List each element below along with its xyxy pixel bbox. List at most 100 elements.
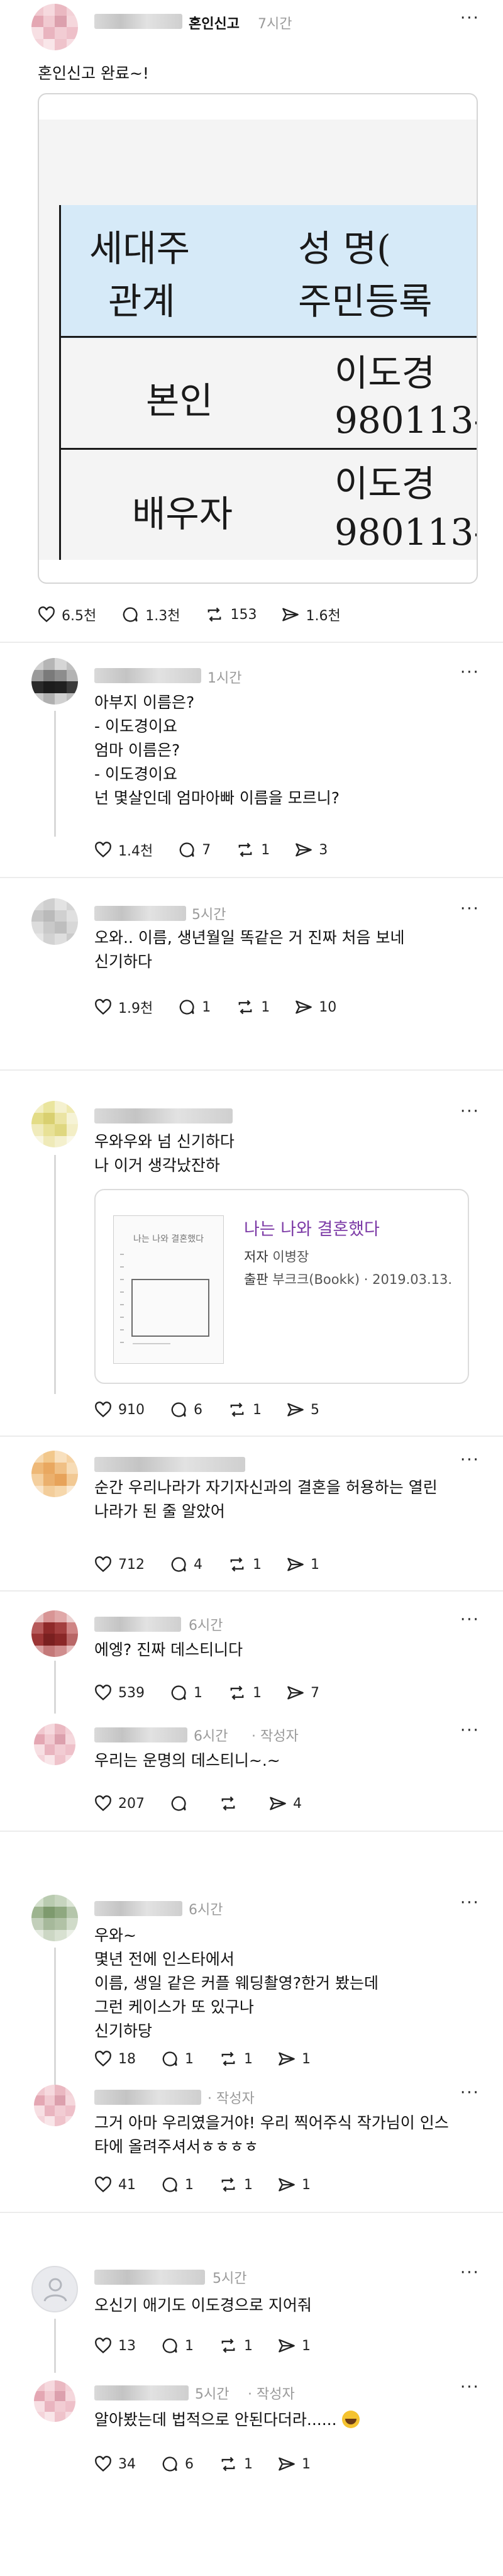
like-button[interactable]: 207 [94,1795,145,1812]
comment-actions: 34 6 1 1 [94,2455,336,2473]
share-button[interactable]: 1.6천 [282,605,341,625]
like-button[interactable]: 34 [94,2456,136,2472]
comment-avatar[interactable] [31,658,78,705]
share-button[interactable]: 3 [295,842,328,858]
comment-more-icon[interactable]: ··· [460,1102,480,1121]
divider [0,1436,503,1437]
comment-icon [171,1402,186,1417]
cert-row1-id: 980113- [334,399,478,442]
reply-button[interactable]: 6 [170,1401,202,1419]
comment-more-icon[interactable]: ··· [460,900,480,918]
comment-actions: 13 1 1 1 [94,2336,336,2355]
comment-more-icon[interactable]: ··· [460,2263,480,2282]
cert-row1-relation: 본인 [146,379,213,422]
post-avatar[interactable] [31,4,78,50]
comment-more-icon[interactable]: ··· [460,2378,480,2397]
share-count: 1 [302,2456,311,2472]
like-button[interactable]: 6.5천 [38,605,96,625]
repost-button[interactable]: 1 [228,1684,262,1702]
comment-author-name[interactable] [94,1901,182,1916]
repost-icon [221,2177,235,2192]
repost-button[interactable]: 1 [236,998,270,1016]
book-link-card[interactable]: 나는 나와 결혼했다 나는 나와 결혼했다 저자 이병장 출판 부크크(Book… [94,1189,469,1384]
heart-icon [95,2338,111,2354]
like-count: 207 [118,1795,145,1812]
like-button[interactable]: 539 [94,1685,145,1701]
book-title[interactable]: 나는 나와 결혼했다 [244,1215,380,1240]
share-button[interactable]: 1 [278,2456,311,2472]
share-button[interactable]: 7 [287,1685,319,1701]
comment-avatar[interactable] [31,898,78,945]
repost-button[interactable]: 1 [219,2176,253,2194]
repost-icon [221,1796,235,1811]
reply-button[interactable] [170,1795,194,1812]
comment-author-name[interactable] [94,2090,201,2105]
send-icon [296,843,312,857]
repost-icon [238,842,252,857]
like-button[interactable]: 910 [94,1402,145,1418]
like-button[interactable]: 712 [94,1556,145,1573]
repost-button[interactable]: 153 [205,606,257,623]
repost-button[interactable]: 1 [228,1556,262,1573]
comment-more-icon[interactable]: ··· [460,663,480,682]
comment-author-name[interactable] [94,1727,187,1742]
share-button[interactable]: 4 [269,1795,302,1812]
repost-button[interactable]: 1 [228,1401,262,1419]
share-button[interactable]: 10 [295,999,336,1015]
reply-button[interactable]: 1 [161,2337,194,2355]
comment-avatar[interactable] [31,2266,78,2312]
like-button[interactable]: 1.9천 [94,997,153,1017]
comment-author-name[interactable] [94,1617,181,1632]
reply-button[interactable]: 4 [170,1556,202,1573]
author-tag: · 작성자 [252,1729,299,1744]
share-count: 3 [319,842,328,858]
repost-button[interactable]: 1 [219,2050,253,2068]
repost-button[interactable]: 1 [219,2455,253,2473]
like-button[interactable]: 18 [94,2051,136,2067]
author-avatar[interactable] [34,1724,75,1765]
comment-author-name[interactable] [94,2385,189,2400]
reply-count: 1 [185,2177,194,2193]
reply-button[interactable]: 1 [170,1684,202,1702]
reply-button[interactable]: 1 [178,998,211,1016]
share-button[interactable]: 1 [278,2338,311,2354]
marriage-certificate-image[interactable]: 세대주 관계 성 명( 주민등록 본인 이도경 980113- 배우자 이도경 … [38,93,478,584]
like-button[interactable]: 1.4천 [94,840,153,860]
like-button[interactable]: 13 [94,2338,136,2354]
comment-more-icon[interactable]: ··· [460,1893,480,1912]
share-button[interactable]: 1 [287,1556,319,1573]
comment-more-icon[interactable]: ··· [460,2083,480,2102]
reply-button[interactable]: 1 [161,2050,194,2068]
like-button[interactable]: 41 [94,2177,136,2193]
reply-button[interactable]: 7 [178,841,211,859]
comment-avatar[interactable] [31,1101,78,1147]
repost-button[interactable] [219,1795,244,1812]
comment-author-name[interactable] [94,906,186,921]
comment-author-name[interactable] [94,668,201,683]
author-avatar[interactable] [34,2085,75,2126]
share-button[interactable]: 1 [278,2177,311,2193]
comment-avatar[interactable] [31,1451,78,1497]
repost-button[interactable]: 1 [219,2337,253,2355]
reply-button[interactable]: 1.3천 [121,605,180,625]
reply-button[interactable]: 6 [161,2455,194,2473]
comment-avatar[interactable] [31,1895,78,1941]
comment-author-name[interactable] [94,2270,205,2285]
share-button[interactable]: 1 [278,2051,311,2067]
comment-more-icon[interactable]: ··· [460,1721,480,1740]
post-more-icon[interactable]: ··· [460,9,480,28]
author-avatar[interactable] [34,2380,75,2422]
comment-icon [162,2177,177,2192]
reply-button[interactable]: 1 [161,2176,194,2194]
comment-avatar[interactable] [31,1610,78,1657]
share-count: 1 [302,2177,311,2193]
comment-author-name[interactable] [94,1108,233,1124]
comment-author-name[interactable] [94,1457,245,1472]
repost-button[interactable]: 1 [236,841,270,859]
post-author-name[interactable] [94,14,182,29]
reply-count: 6 [185,2456,194,2472]
comment-more-icon[interactable]: ··· [460,1451,480,1469]
share-button[interactable]: 5 [287,1402,319,1418]
comment-more-icon[interactable]: ··· [460,1610,480,1629]
post-topic-label[interactable]: 혼인신고 [189,13,240,33]
